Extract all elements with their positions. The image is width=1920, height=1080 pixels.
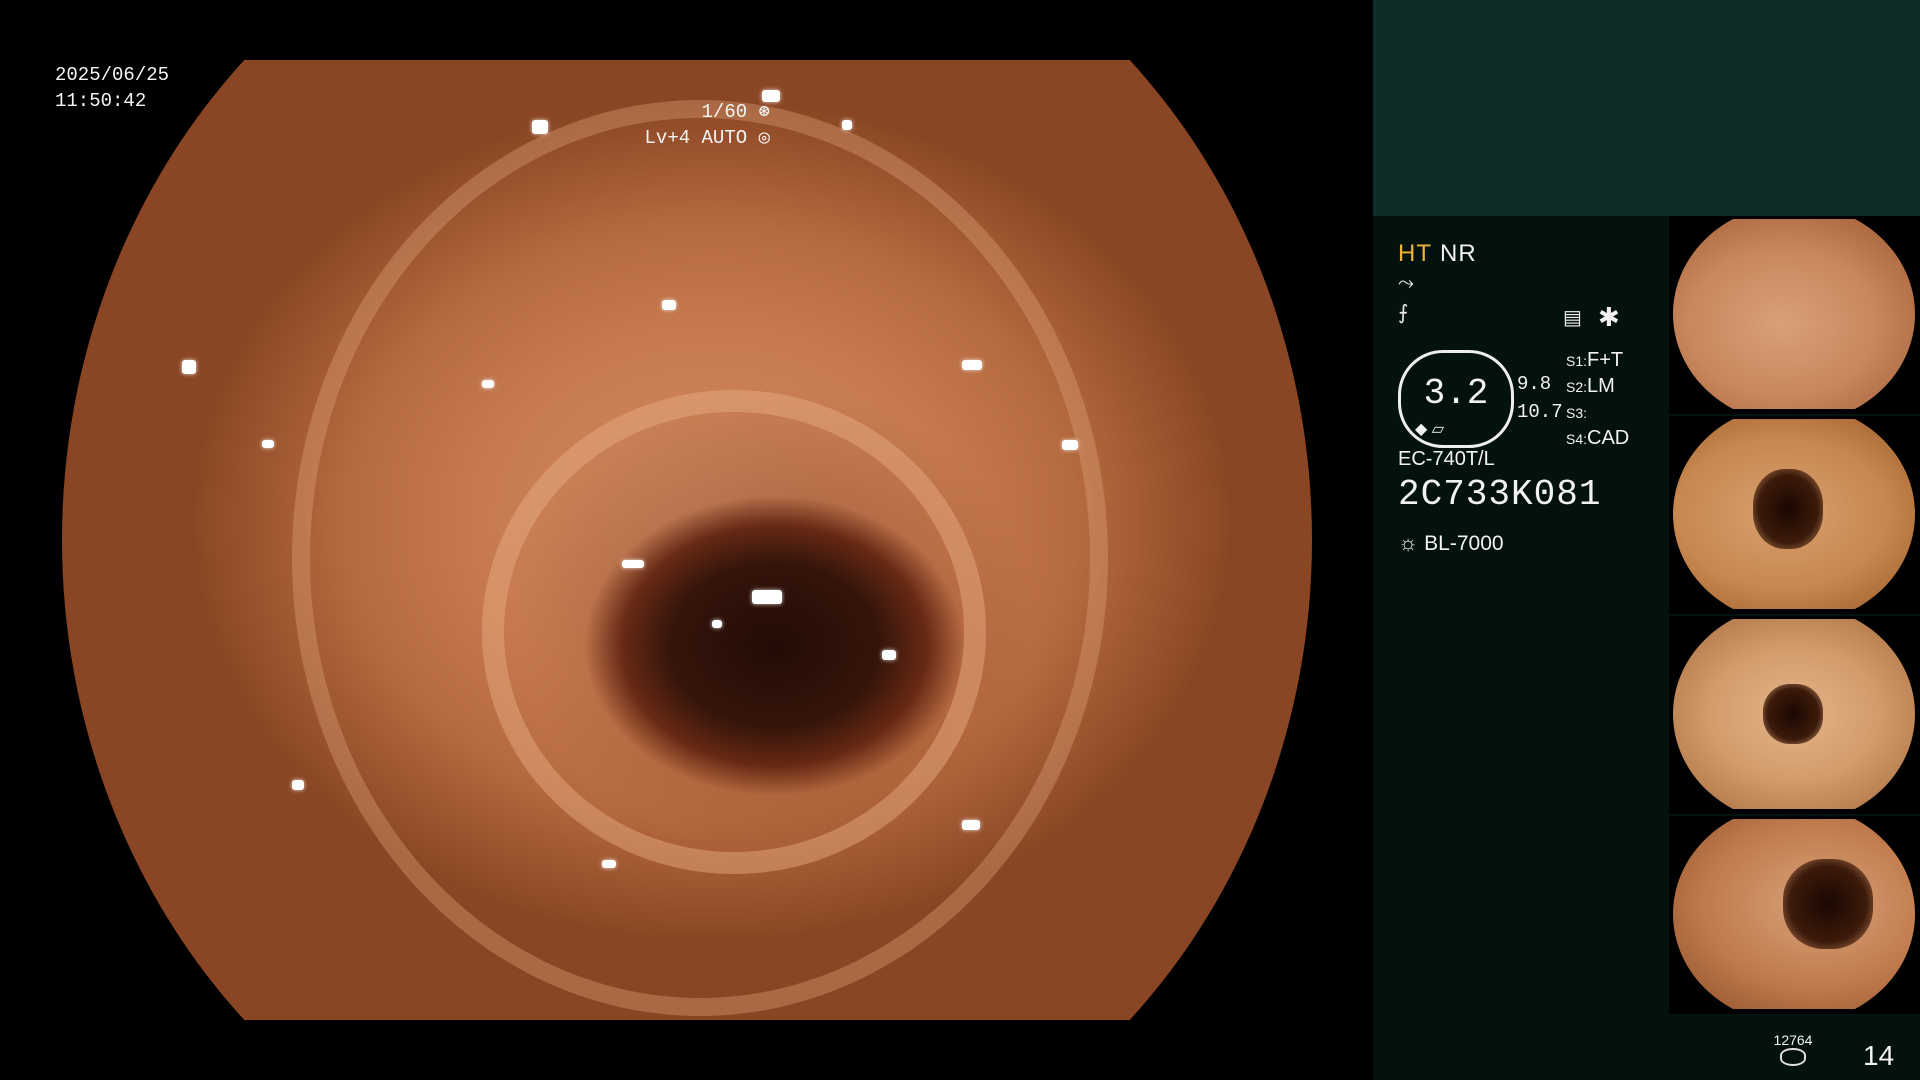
lumen-shape [1783, 859, 1873, 949]
level-text: Lv+4 AUTO [644, 127, 748, 149]
switch-item: S4:CAD [1566, 427, 1630, 449]
light-reflection [962, 820, 980, 830]
light-reflection [882, 650, 896, 660]
endoscopic-image [62, 60, 1312, 1020]
thumbnail-image [1673, 219, 1915, 409]
thumbnail[interactable] [1669, 816, 1920, 1014]
light-reflection [602, 860, 616, 868]
light-reflection [622, 560, 644, 568]
switch-item: S3: [1566, 405, 1588, 421]
thumbnail-image [1673, 619, 1915, 809]
scope-model: EC-740T/L [1398, 448, 1495, 470]
switch-list: S1:F+T S2:LM S3: S4:CAD [1566, 348, 1629, 452]
light-reflection [662, 300, 676, 310]
light-reflection [482, 380, 494, 388]
storage-count: 12764 [1773, 1032, 1813, 1048]
exposure-readout: 1/60 ⊛ Lv+4 AUTO ◎ [645, 99, 770, 151]
page-number: 14 [1863, 1040, 1895, 1071]
gauge-side-value: 9.8 [1517, 373, 1552, 395]
time-text: 11:50:42 [55, 90, 147, 112]
light-source: ☼ BL-7000 [1398, 530, 1504, 556]
scope-serial: 2C733K081 [1398, 474, 1602, 515]
info-side-panel: HT NR ⤳ ⨍ ▤ ✱ 3.2 ◆ ▱ 9.8 10.7 S1:F+T S2:… [1373, 0, 1920, 1080]
lumen-shape [1753, 469, 1823, 549]
function-icon: ⨍ [1398, 302, 1409, 324]
light-reflection [712, 620, 722, 628]
switch-item: S2:LM [1566, 375, 1615, 397]
shutter-text: 1/60 [701, 101, 748, 123]
nr-label: NR [1440, 240, 1477, 267]
switch-item: S1:F+T [1566, 349, 1624, 371]
mode-line: HT NR [1398, 240, 1678, 268]
gauge-marker-icon: ◆ ▱ [1415, 421, 1445, 438]
auto-iris-icon: ◎ [758, 127, 770, 149]
zoom-gauge: 3.2 ◆ ▱ [1398, 350, 1514, 448]
light-reflection [182, 360, 196, 374]
light-reflection [842, 120, 852, 130]
light-reflection [532, 120, 548, 134]
thumbnail-strip [1669, 216, 1920, 1016]
lumen-shape [1763, 684, 1823, 744]
light-reflection [262, 440, 274, 448]
aperture-icon: ⊛ [758, 101, 770, 123]
storage-counter: 12764 [1763, 1032, 1823, 1066]
date-text: 2025/06/25 [55, 64, 170, 86]
light-reflection [752, 590, 782, 604]
curve-icon: ⤳ [1398, 272, 1414, 294]
star-icon: ✱ [1598, 302, 1620, 332]
thumbnail-image [1673, 419, 1915, 609]
datetime-readout: 2025/06/25 11:50:42 [55, 62, 169, 114]
light-reflection [962, 360, 982, 370]
light-reflection [1062, 440, 1078, 450]
thumbnail-image [1673, 819, 1915, 1009]
light-icon: ☼ [1398, 530, 1419, 555]
settings-icon: ▤ [1563, 307, 1582, 329]
ht-label: HT [1398, 240, 1432, 267]
gauge-side-values: 9.8 10.7 [1517, 370, 1563, 426]
panel-header [1373, 0, 1920, 216]
mucosal-fold [482, 390, 986, 874]
gauge-side-value: 10.7 [1517, 401, 1563, 423]
thumbnail[interactable] [1669, 416, 1920, 614]
light-source-label: BL-7000 [1424, 532, 1504, 555]
disk-icon [1780, 1048, 1806, 1066]
light-reflection [292, 780, 304, 790]
thumbnail[interactable] [1669, 616, 1920, 814]
thumbnail[interactable] [1669, 216, 1920, 414]
gauge-value: 3.2 [1423, 373, 1489, 414]
main-endoscope-view: 2025/06/25 11:50:42 1/60 ⊛ Lv+4 AUTO ◎ [0, 0, 1373, 1080]
mode-block: HT NR ⤳ ⨍ [1398, 240, 1678, 328]
